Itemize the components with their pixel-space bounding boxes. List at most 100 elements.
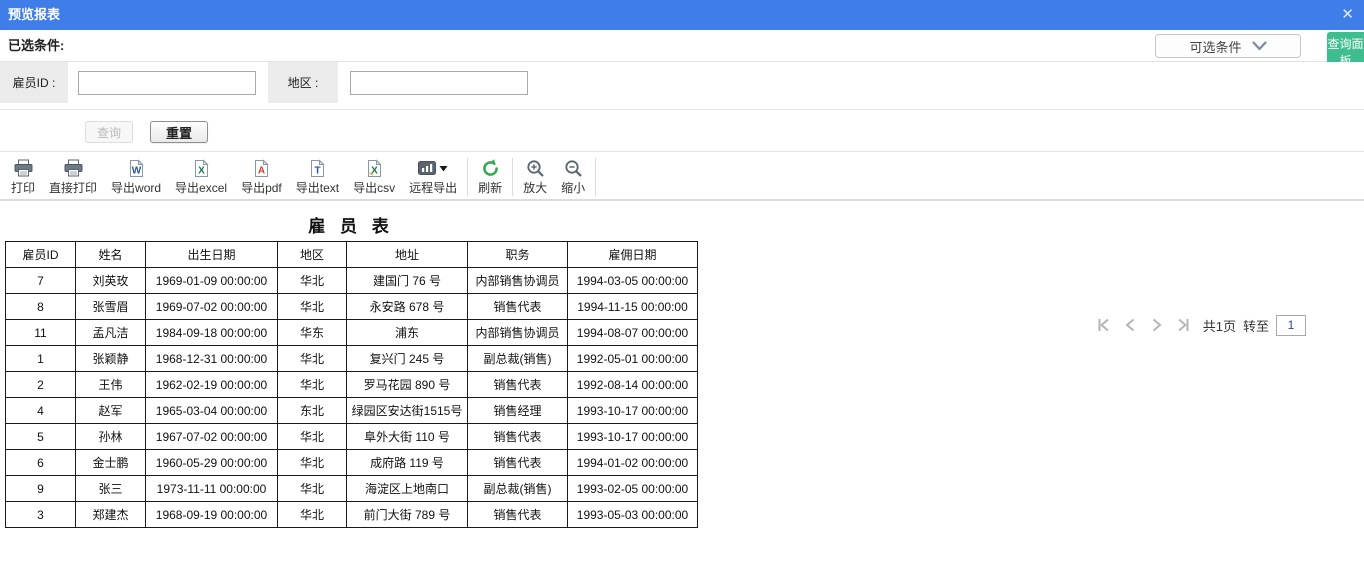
table-cell: 内部销售协调员 [468,268,568,294]
table-cell: 4 [6,398,76,424]
table-cell: 华北 [278,268,347,294]
toolbar-item-label: 直接打印 [49,180,97,197]
table-row: 11孟凡洁1984-09-18 00:00:00华东浦东内部销售协调员1994-… [6,320,698,346]
table-cell: 副总裁(销售) [468,346,568,372]
column-header: 姓名 [76,242,146,268]
toolbar-item-label: 刷新 [478,180,502,197]
toolbar-icon-group: X [193,157,210,180]
titlebar: 预览报表 ✕ [0,0,1364,30]
direct-print-button[interactable]: 直接打印 [42,157,104,197]
table-cell: 刘英玫 [76,268,146,294]
table-cell: 销售代表 [468,372,568,398]
pdf-file-icon: A [253,159,270,178]
last-page-button[interactable] [1176,317,1192,333]
selected-conditions-label: 已选条件: [8,30,64,61]
table-cell: 销售经理 [468,398,568,424]
zoom-in-icon [526,159,545,178]
table-cell: 郑建杰 [76,502,146,528]
table-cell: 1992-05-01 00:00:00 [568,346,698,372]
table-cell: 2 [6,372,76,398]
export-excel-button[interactable]: X导出excel [168,157,234,197]
employee-id-input[interactable] [78,71,256,95]
table-cell: 前门大街 789 号 [347,502,468,528]
table-cell: 销售代表 [468,450,568,476]
first-page-button[interactable] [1095,317,1111,333]
table-cell: 内部销售协调员 [468,320,568,346]
column-header: 雇佣日期 [568,242,698,268]
table-cell: 金士鹏 [76,450,146,476]
column-header: 雇员ID [6,242,76,268]
table-cell: 华北 [278,476,347,502]
prev-page-button[interactable] [1122,317,1138,333]
toolbar-icon-group [564,157,583,180]
toolbar-icon-group: W [128,157,145,180]
page-count-label: 共1页 [1203,316,1236,335]
preview-report-window: { "titlebar": { "title": "预览报表", "close_… [0,0,1364,573]
toolbar-icon-group: A [253,157,270,180]
next-page-button[interactable] [1149,317,1165,333]
column-header: 地址 [347,242,468,268]
table-row: 3郑建杰1968-09-19 00:00:00华北前门大街 789 号销售代表1… [6,502,698,528]
table-cell: 5 [6,424,76,450]
caret-down-icon [439,165,448,172]
toolbar-icon-group [13,157,34,180]
table-row: 6金士鹏1960-05-29 00:00:00华北成府路 119 号销售代表19… [6,450,698,476]
chart-export-icon [418,161,436,176]
toolbar-divider [595,158,596,196]
table-cell: 华北 [278,294,347,320]
toolbar-icon-group: T [309,157,326,180]
table-cell: 销售代表 [468,424,568,450]
table-cell: 1984-09-18 00:00:00 [146,320,278,346]
export-csv-button[interactable]: X导出csv [346,157,402,197]
reset-button[interactable]: 重置 [150,121,208,143]
table-cell: 1968-12-31 00:00:00 [146,346,278,372]
table-cell: 绿园区安达街1515号 [347,398,468,424]
svg-text:A: A [258,166,265,177]
toolbar-item-label: 打印 [11,180,35,197]
refresh-button[interactable]: 刷新 [471,157,509,197]
table-cell: 7 [6,268,76,294]
printer-icon [13,159,34,178]
excel-file-icon: X [193,159,210,178]
column-header: 出生日期 [146,242,278,268]
table-cell: 1993-10-17 00:00:00 [568,398,698,424]
toolbar-divider [467,158,468,196]
chevron-down-icon [1252,41,1267,51]
table-cell: 销售代表 [468,502,568,528]
zoom-out-button[interactable]: 缩小 [554,157,592,197]
table-cell: 张颖静 [76,346,146,372]
close-icon[interactable]: ✕ [1341,0,1354,30]
toolbar-item-label: 缩小 [561,180,585,197]
toolbar-item-label: 放大 [523,180,547,197]
export-word-button[interactable]: W导出word [104,157,168,197]
table-cell: 华北 [278,424,347,450]
table-cell: 华北 [278,346,347,372]
goto-page-input[interactable] [1276,315,1306,336]
table-cell: 华北 [278,450,347,476]
table-row: 8张雪眉1969-07-02 00:00:00华北永安路 678 号销售代表19… [6,294,698,320]
export-text-button[interactable]: T导出text [289,157,346,197]
table-row: 2王伟1962-02-19 00:00:00华北罗马花园 890 号销售代表19… [6,372,698,398]
table-cell: 1960-05-29 00:00:00 [146,450,278,476]
table-cell: 1 [6,346,76,372]
table-header-row: 雇员ID姓名出生日期地区地址职务雇佣日期 [6,242,698,268]
zoom-out-icon [564,159,583,178]
print-button[interactable]: 打印 [4,157,42,197]
table-cell: 1994-01-02 00:00:00 [568,450,698,476]
toolbar-item-label: 导出word [111,180,161,197]
table-cell: 东北 [278,398,347,424]
region-label: 地区 : [268,62,338,103]
table-cell: 9 [6,476,76,502]
optional-conditions-button[interactable]: 可选条件 [1155,34,1301,58]
zoom-in-button[interactable]: 放大 [516,157,554,197]
remote-export-button[interactable]: 远程导出 [402,157,464,197]
table-cell: 孟凡洁 [76,320,146,346]
export-pdf-button[interactable]: A导出pdf [234,157,289,197]
toolbar-item-label: 导出text [296,180,339,197]
csv-file-icon: X [366,159,383,178]
query-button[interactable]: 查询 [85,121,133,143]
region-input[interactable] [350,71,528,95]
svg-text:X: X [198,166,205,177]
printer-icon [63,159,84,178]
table-cell: 阜外大街 110 号 [347,424,468,450]
